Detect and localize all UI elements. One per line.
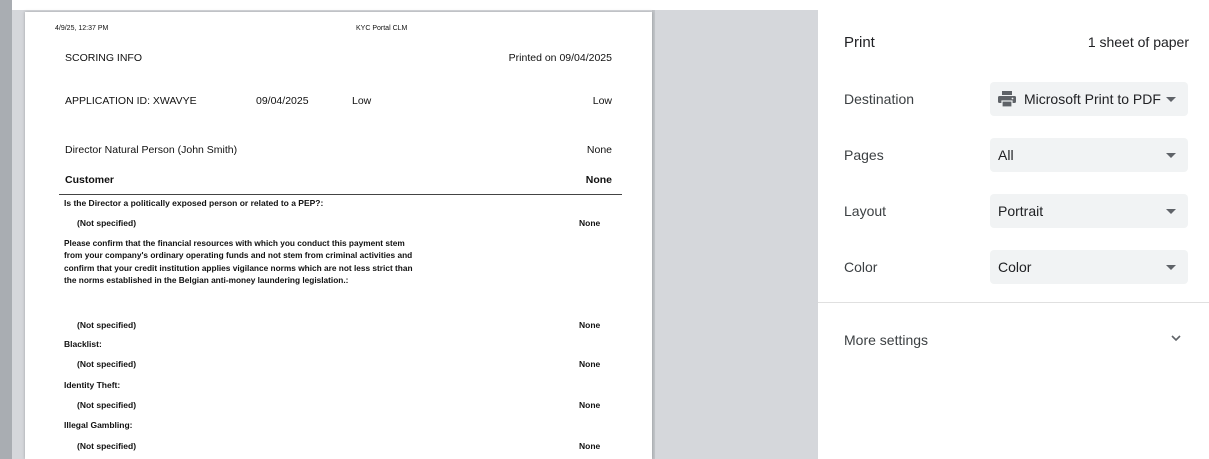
destination-label: Destination bbox=[844, 91, 915, 107]
question-funds: Please confirm that the financial resour… bbox=[64, 238, 413, 285]
answer-illegal-gambling: (Not specified) bbox=[77, 441, 137, 451]
pages-label: Pages bbox=[844, 147, 884, 163]
chevron-down-icon[interactable] bbox=[1169, 331, 1183, 345]
layout-label: Layout bbox=[844, 203, 887, 219]
score-funds: None bbox=[579, 320, 601, 330]
section-divider bbox=[59, 194, 622, 195]
chevron-down-icon bbox=[1166, 97, 1176, 102]
layout-select[interactable]: Portrait bbox=[990, 194, 1188, 228]
color-label: Color bbox=[844, 259, 878, 275]
score-identity-theft: None bbox=[579, 400, 601, 410]
scoring-title: SCORING INFO bbox=[65, 52, 143, 64]
page-header-date: 4/9/25, 12:37 PM bbox=[55, 25, 109, 32]
application-id: APPLICATION ID: XWAVYE bbox=[65, 95, 197, 107]
question-blacklist: Blacklist: bbox=[64, 339, 102, 349]
printed-on: Printed on 09/04/2025 bbox=[508, 52, 612, 64]
question-pep: Is the Director a politically exposed pe… bbox=[64, 198, 324, 208]
page-header-title: KYC Portal CLM bbox=[356, 25, 408, 32]
risk-level: Low bbox=[352, 95, 372, 107]
director-value: None bbox=[586, 144, 612, 156]
settings-divider bbox=[818, 302, 1209, 303]
answer-funds: (Not specified) bbox=[77, 320, 137, 330]
sheet-count: 1 sheet of paper bbox=[1087, 34, 1189, 50]
print-settings-panel: Print 1 sheet of paper Destination Micro… bbox=[818, 0, 1209, 459]
printer-icon bbox=[998, 91, 1016, 107]
color-value: Color bbox=[998, 259, 1032, 275]
score-pep: None bbox=[579, 218, 601, 228]
score-illegal-gambling: None bbox=[579, 441, 601, 451]
chevron-down-icon bbox=[1166, 153, 1176, 158]
answer-identity-theft: (Not specified) bbox=[77, 400, 137, 410]
application-date: 09/04/2025 bbox=[256, 95, 309, 107]
customer-value: None bbox=[585, 174, 612, 186]
pages-select[interactable]: All bbox=[990, 138, 1188, 172]
chevron-down-icon bbox=[1166, 265, 1176, 270]
answer-blacklist: (Not specified) bbox=[77, 359, 137, 369]
preview-top-bar bbox=[0, 0, 818, 10]
score-blacklist: None bbox=[579, 359, 601, 369]
preview-page[interactable]: 4/9/25, 12:37 PM KYC Portal CLM SCORING … bbox=[25, 12, 652, 459]
preview-left-strip bbox=[0, 0, 12, 459]
more-settings-toggle[interactable]: More settings bbox=[844, 332, 928, 348]
chevron-down-icon bbox=[1166, 209, 1176, 214]
question-illegal-gambling: Illegal Gambling: bbox=[64, 420, 133, 430]
destination-select[interactable]: Microsoft Print to PDF bbox=[990, 82, 1188, 116]
question-identity-theft: Identity Theft: bbox=[64, 380, 121, 390]
page-edge bbox=[652, 10, 655, 459]
layout-value: Portrait bbox=[998, 203, 1044, 219]
print-title: Print bbox=[844, 34, 875, 51]
answer-pep: (Not specified) bbox=[77, 218, 137, 228]
destination-value: Microsoft Print to PDF bbox=[1024, 91, 1161, 107]
color-select[interactable]: Color bbox=[990, 250, 1188, 284]
risk-level-score: Low bbox=[592, 95, 612, 107]
pages-value: All bbox=[998, 147, 1014, 163]
customer-label: Customer bbox=[65, 174, 115, 186]
print-preview-area: 4/9/25, 12:37 PM KYC Portal CLM SCORING … bbox=[0, 0, 818, 459]
director-label: Director Natural Person (John Smith) bbox=[65, 144, 238, 156]
